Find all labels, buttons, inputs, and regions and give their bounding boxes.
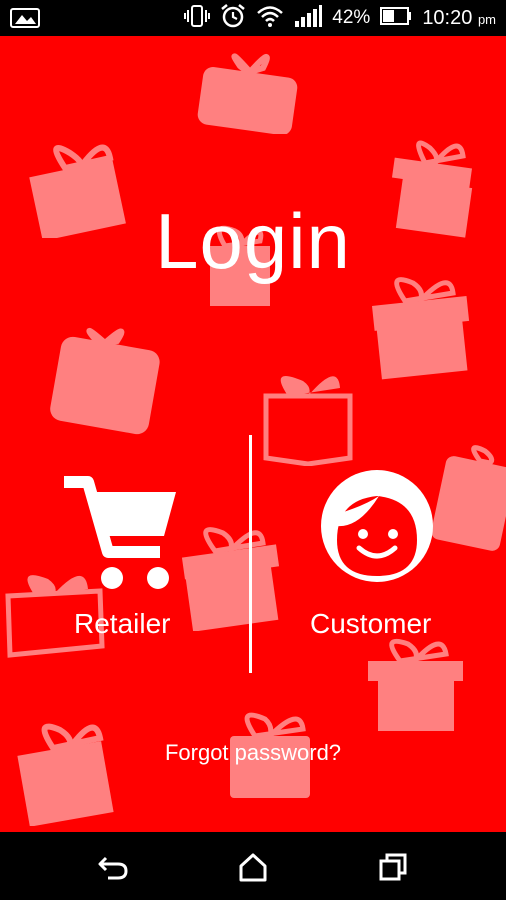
alarm-icon [220,3,246,34]
gift-decoration-icon [50,328,160,435]
login-screen: Login Retailer Customer Forgot password? [0,36,506,832]
recents-icon[interactable] [376,850,410,884]
gift-decoration-icon [263,376,353,466]
back-icon[interactable] [96,850,130,884]
face-icon [321,470,433,582]
wifi-icon [256,4,284,33]
status-icons: 42% 10:20 pm [184,0,496,36]
navigation-bar [0,832,506,900]
clock-time: 10:20 [422,6,473,29]
divider [249,435,252,673]
gift-decoration-icon [17,723,114,826]
signal-icon [294,4,323,32]
clock-suffix: pm [477,11,496,27]
shopping-cart-icon [64,476,176,589]
home-icon[interactable] [236,850,270,884]
gift-decoration-icon [197,53,298,134]
photo-icon [10,8,40,33]
vibrate-icon [184,4,211,33]
page-title: Login [155,197,351,285]
status-bar: 42% 10:20 pm [0,0,506,36]
forgot-password-link[interactable]: Forgot password? [0,740,506,766]
battery-percent: 42% [332,7,371,28]
retailer-label: Retailer [74,608,171,639]
clock: 10:20 pm [422,7,496,30]
retailer-option[interactable]: Retailer [40,466,210,666]
battery-icon [380,6,412,30]
customer-label: Customer [310,608,432,639]
customer-option[interactable]: Customer [300,466,460,666]
